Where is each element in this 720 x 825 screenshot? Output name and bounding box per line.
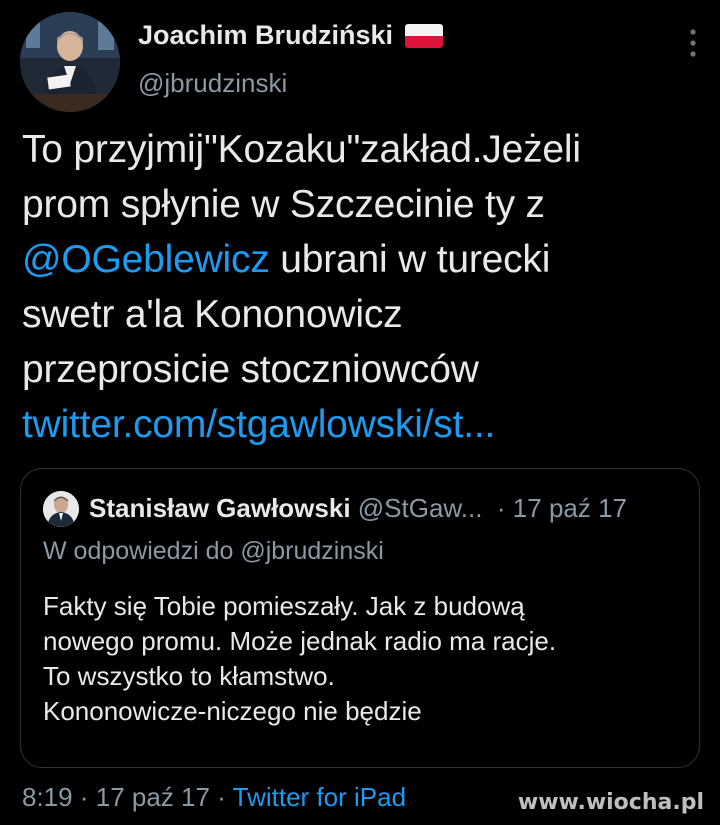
tweet-body: To przyjmij"Kozaku"zakład.Jeżeli prom sp… — [22, 122, 702, 452]
quoted-line: nowego promu. Może jednak radio ma racje… — [43, 626, 557, 656]
tweet-url-link[interactable]: twitter.com/stgawlowski/st... — [22, 403, 495, 446]
tweet-line: swetr a'la Kononowicz — [22, 293, 403, 336]
quoted-tweet[interactable]: Stanisław Gawłowski @StGaw... · 17 paź 1… — [20, 468, 700, 768]
more-vertical-icon[interactable] — [688, 28, 698, 58]
tweet-line: prom spłynie w Szczecinie ty z — [22, 183, 545, 226]
author-name-text: Joachim Brudziński — [138, 20, 394, 50]
mention-link[interactable]: @OGeblewicz — [22, 238, 270, 281]
tweet-card: Joachim Brudziński @jbrudzinski To przyj… — [0, 0, 720, 825]
tweet-date[interactable]: 17 paź 17 — [96, 782, 210, 812]
watermark: www.wiocha.pl — [517, 790, 704, 815]
quoted-line: Kononowicze-niczego nie będzie — [43, 696, 422, 726]
author-avatar[interactable] — [20, 12, 120, 112]
tweet-source-link[interactable]: Twitter for iPad — [233, 782, 406, 812]
tweet-line-rest: ubrani w turecki — [269, 238, 551, 281]
reply-context: W odpowiedzi do @jbrudzinski — [43, 537, 384, 565]
quoted-author-avatar[interactable] — [43, 491, 79, 527]
separator-dot: · — [496, 493, 506, 523]
tweet-line: To przyjmij"Kozaku"zakład.Jeżeli — [22, 128, 581, 171]
tweet-line: twitter.com/stgawlowski/st... — [22, 397, 702, 452]
quoted-line: To wszystko to kłamstwo. — [43, 661, 335, 691]
quoted-header: Stanisław Gawłowski @StGaw... · 17 paź 1… — [89, 493, 689, 524]
tweet-meta: 8:19 · 17 paź 17 · Twitter for iPad — [22, 782, 406, 813]
author-handle[interactable]: @jbrudzinski — [138, 68, 287, 99]
quoted-author-handle[interactable]: @StGaw... — [358, 493, 483, 523]
separator-dot: · — [217, 782, 226, 812]
quoted-line: Fakty się Tobie pomieszały. Jak z budową — [43, 591, 525, 621]
quoted-date[interactable]: 17 paź 17 — [513, 493, 627, 523]
author-name[interactable]: Joachim Brudziński — [138, 20, 444, 51]
quoted-author-name[interactable]: Stanisław Gawłowski — [89, 493, 351, 523]
poland-flag-icon — [405, 23, 444, 48]
separator-dot: · — [79, 782, 89, 812]
tweet-time[interactable]: 8:19 — [22, 782, 73, 812]
quoted-body: Fakty się Tobie pomieszały. Jak z budową… — [43, 589, 683, 729]
tweet-line: @OGeblewicz ubrani w turecki — [22, 232, 702, 287]
tweet-line: przeprosicie stoczniowców — [22, 348, 479, 391]
